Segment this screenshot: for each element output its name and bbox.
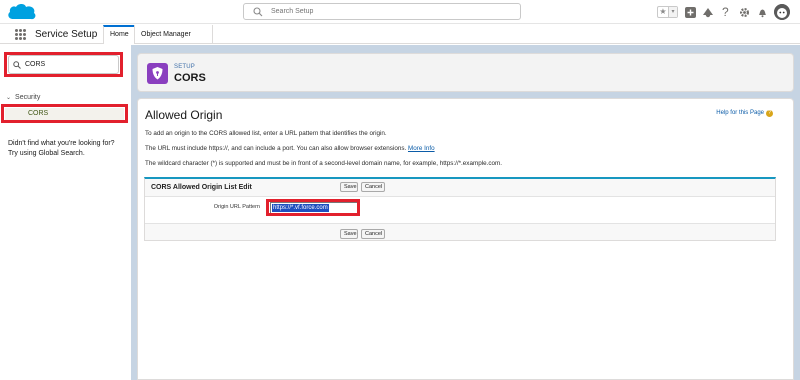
- page-title: CORS: [174, 72, 206, 84]
- cancel-button[interactable]: Cancel: [361, 229, 385, 239]
- app-nav-bar: Service Setup Home Object Manager: [0, 25, 800, 55]
- setup-kicker: SETUP: [174, 64, 196, 70]
- chevron-down-icon: ⌄: [6, 95, 12, 101]
- sidebar-help-line: Try using Global Search.: [8, 150, 85, 157]
- edit-page-block: CORS Allowed Origin List Edit Save Cance…: [144, 177, 776, 241]
- block-title: CORS Allowed Origin List Edit: [151, 184, 252, 191]
- form-row: Origin URL Pattern https://*.vf.force.co…: [145, 196, 775, 224]
- gear-icon[interactable]: [738, 6, 750, 18]
- favorites-group[interactable]: ★ ▾: [657, 6, 678, 18]
- tab-home[interactable]: Home: [103, 25, 134, 44]
- help-icon: ?: [766, 110, 773, 117]
- red-highlight-box: [1, 104, 128, 123]
- sidebar-section-security[interactable]: ⌄ Security: [6, 94, 40, 101]
- search-icon: [253, 7, 263, 17]
- header-tools: ★ ▾ ?: [657, 4, 790, 20]
- trailhead-icon[interactable]: [702, 6, 714, 18]
- tab-object-manager-label: Object Manager: [141, 31, 191, 38]
- global-header: Search Setup ★ ▾ ?: [0, 0, 800, 24]
- save-button[interactable]: Save: [340, 182, 358, 192]
- origin-url-label: Origin URL Pattern: [213, 204, 260, 210]
- save-button[interactable]: Save: [340, 229, 358, 239]
- setup-header-card: SETUP CORS: [137, 53, 794, 92]
- tab-home-label: Home: [110, 31, 129, 38]
- more-info-link[interactable]: More Info: [408, 145, 435, 152]
- main-content-card: Allowed Origin Help for this Page? To ad…: [137, 98, 794, 380]
- section-title: Allowed Origin: [145, 108, 223, 122]
- description-text: To add an origin to the CORS allowed lis…: [145, 130, 387, 137]
- cancel-button[interactable]: Cancel: [361, 182, 385, 192]
- red-highlight-box: [266, 199, 360, 216]
- bell-icon[interactable]: [756, 6, 768, 18]
- sidebar-section-label: Security: [15, 94, 41, 101]
- setup-search-input[interactable]: Search Setup: [243, 3, 521, 20]
- red-highlight-box: [4, 52, 123, 77]
- tab-object-manager[interactable]: Object Manager: [134, 25, 213, 55]
- description-text: The URL must include https://, and can i…: [145, 145, 435, 152]
- help-link-label: Help for this Page: [716, 110, 764, 116]
- app-name: Service Setup: [35, 29, 98, 40]
- salesforce-logo[interactable]: [7, 3, 37, 22]
- app-launcher-icon[interactable]: [15, 29, 26, 40]
- shield-icon: [147, 63, 168, 84]
- sidebar-help-line: Didn't find what you're looking for?: [8, 140, 115, 147]
- search-placeholder: Search Setup: [271, 8, 314, 15]
- description-text: The wildcard character (*) is supported …: [145, 160, 502, 167]
- star-icon[interactable]: ★: [658, 7, 668, 17]
- help-icon[interactable]: ?: [720, 6, 732, 18]
- chevron-down-icon[interactable]: ▾: [668, 7, 677, 17]
- sidebar-help-text: Didn't find what you're looking for? Try…: [8, 139, 115, 159]
- avatar[interactable]: [774, 4, 790, 20]
- plus-icon[interactable]: [684, 6, 696, 18]
- description-text-span: The URL must include https://, and can i…: [145, 145, 407, 152]
- svg-text:?: ?: [722, 6, 729, 18]
- help-for-page-link[interactable]: Help for this Page?: [716, 110, 773, 117]
